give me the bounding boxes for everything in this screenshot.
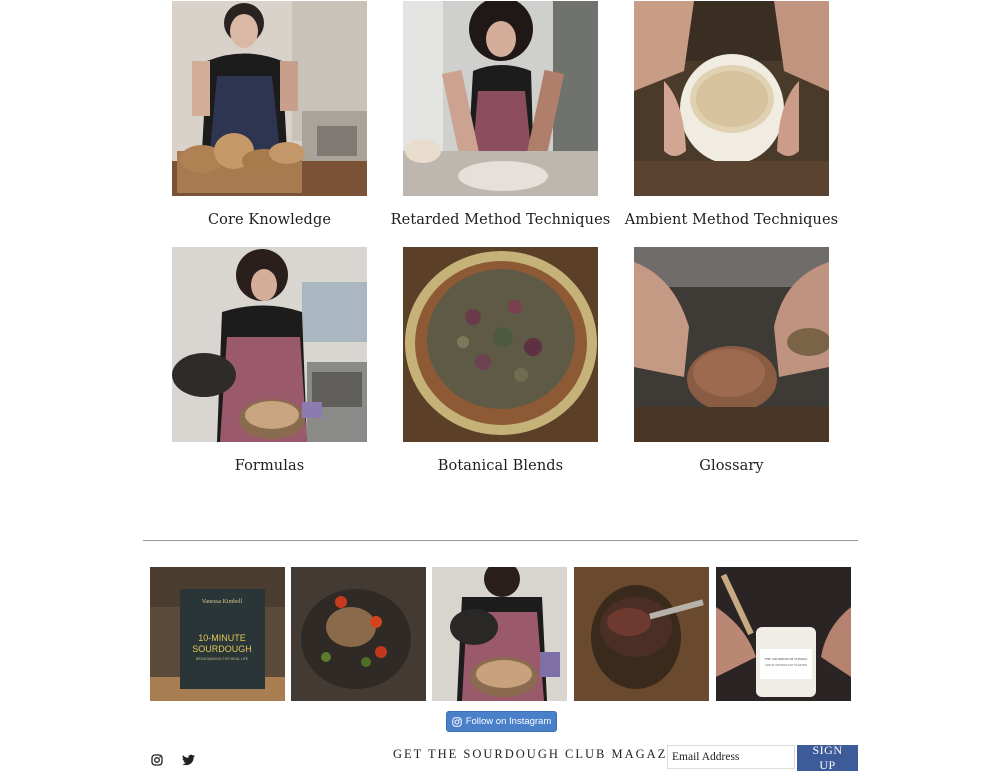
book-subtitle: BREADMAKING FOR REAL LIFE — [196, 657, 249, 661]
formulas-photo — [172, 247, 367, 442]
starter-jar-photo: THE SOURDOUGH SCHOOL GREAT MENOPAUSE STA… — [716, 567, 851, 701]
twitter-link[interactable] — [182, 751, 196, 766]
instagram-post-dish[interactable] — [291, 567, 426, 701]
ambient-method-photo — [634, 1, 829, 196]
sign-up-button[interactable]: SIGN UP — [797, 743, 858, 772]
instagram-post-starter[interactable]: THE SOURDOUGH SCHOOL GREAT MENOPAUSE STA… — [716, 567, 851, 701]
follow-on-instagram-button[interactable]: Follow on Instagram — [446, 711, 557, 732]
category-tile-formulas[interactable] — [172, 247, 367, 442]
category-label[interactable]: Retarded Method Techniques — [385, 212, 616, 228]
dish-photo — [291, 567, 426, 701]
category-label[interactable]: Ambient Method Techniques — [616, 212, 847, 228]
category-tile-retarded-method[interactable] — [403, 1, 598, 196]
category-tile-ambient-method[interactable] — [634, 1, 829, 196]
category-label[interactable]: Botanical Blends — [385, 458, 616, 474]
book-author-text: Vanessa Kimbell — [202, 599, 243, 605]
section-divider — [143, 540, 858, 541]
instagram-post-jar[interactable] — [574, 567, 709, 701]
jar-photo — [574, 567, 709, 701]
magazine-signup-label: GET THE SOURDOUGH CLUB MAGAZINE — [393, 747, 695, 761]
follow-label: Follow on Instagram — [465, 716, 552, 727]
retarded-method-photo — [403, 1, 598, 196]
jar-label-line2: GREAT MENOPAUSE STARTER — [765, 663, 807, 667]
category-label[interactable]: Formulas — [154, 458, 385, 474]
instagram-icon — [452, 716, 462, 727]
category-tile-core-knowledge[interactable] — [172, 1, 367, 196]
glossary-photo — [634, 247, 829, 442]
instagram-post-bread[interactable] — [432, 567, 567, 701]
instagram-post-book[interactable]: Vanessa Kimbell 10-MINUTE SOURDOUGH BREA… — [150, 567, 285, 701]
category-label[interactable]: Glossary — [616, 458, 847, 474]
instagram-icon — [151, 754, 163, 766]
book-title-line2: SOURDOUGH — [192, 644, 252, 654]
core-knowledge-photo — [172, 1, 367, 196]
instagram-link[interactable] — [151, 751, 165, 766]
jar-label-line1: THE SOURDOUGH SCHOOL — [764, 657, 807, 661]
book-title-line1: 10-MINUTE — [198, 633, 246, 643]
email-address-input[interactable] — [667, 745, 795, 769]
botanical-blends-photo — [403, 247, 598, 442]
twitter-icon — [182, 754, 195, 766]
book-photo: Vanessa Kimbell 10-MINUTE SOURDOUGH BREA… — [150, 567, 285, 701]
category-tile-glossary[interactable] — [634, 247, 829, 442]
category-tile-botanical-blends[interactable] — [403, 247, 598, 442]
category-label[interactable]: Core Knowledge — [154, 212, 385, 228]
bread-photo — [432, 567, 567, 701]
